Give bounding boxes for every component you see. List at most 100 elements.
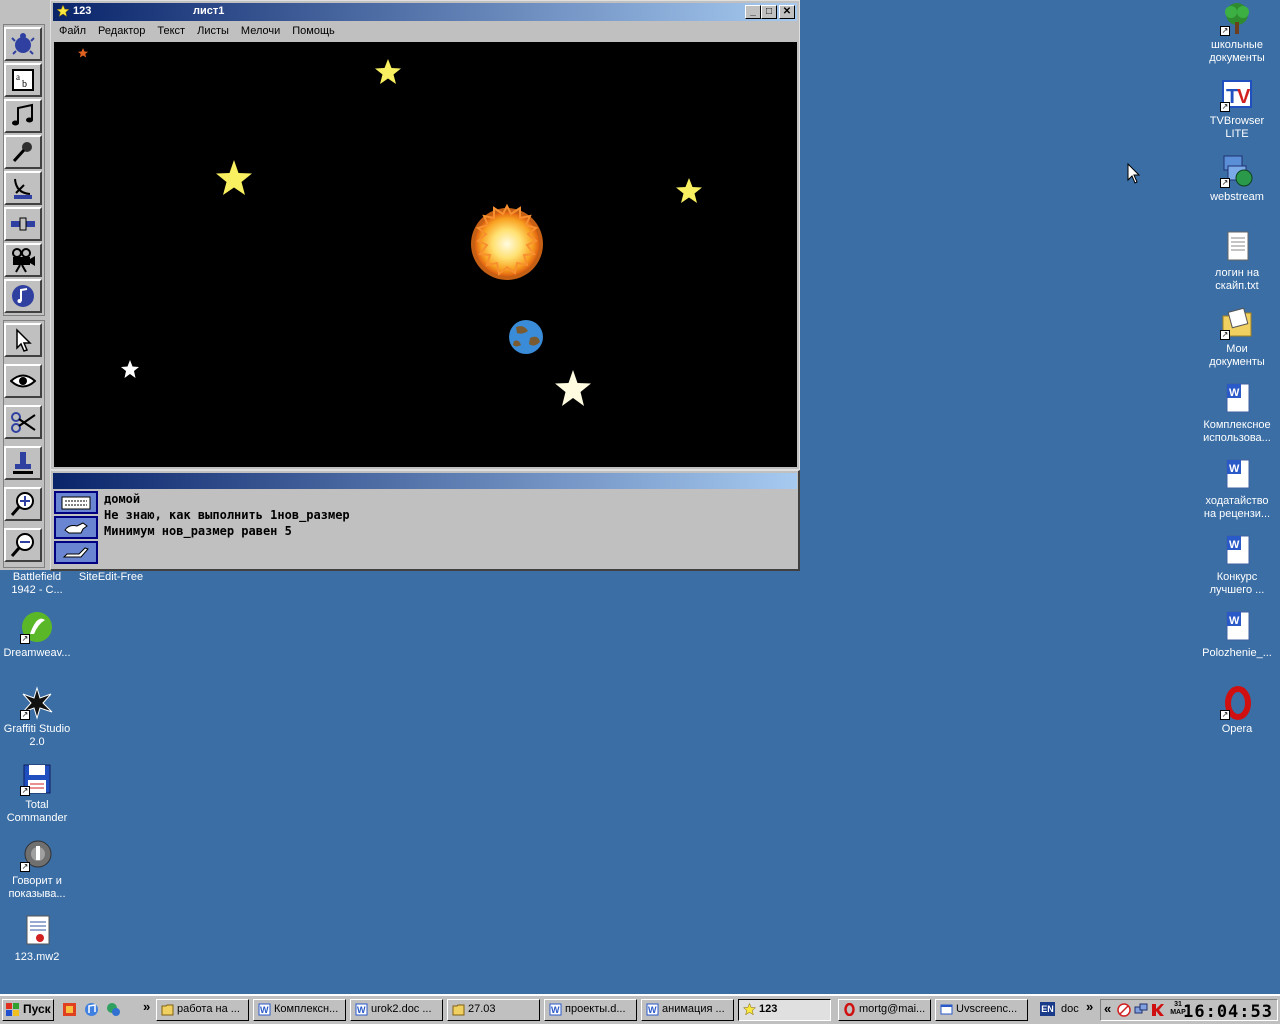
turtle-marker-icon xyxy=(78,48,88,58)
video-tool-button[interactable] xyxy=(4,243,42,277)
hand-command-button[interactable] xyxy=(54,541,98,564)
taskbar-button[interactable]: W анимация ... xyxy=(641,999,734,1021)
tray-network-icon[interactable] xyxy=(1134,1003,1148,1017)
tray-security-icon[interactable] xyxy=(1117,1003,1131,1017)
desktop-icon-govorit[interactable]: ↗ Говорит и показыва... xyxy=(0,838,74,901)
word-icon: W xyxy=(355,1003,368,1016)
clock[interactable]: 16:04:53 xyxy=(1183,1002,1273,1022)
desktop-icon-battlefield[interactable]: Battlefield 1942 - C... xyxy=(0,571,74,597)
arrow-pointer-icon xyxy=(16,328,32,352)
eye-tool-button[interactable] xyxy=(4,364,42,398)
desktop-icon-webstream[interactable]: ↗ webstream xyxy=(1200,154,1274,204)
window-title-bar[interactable]: 123 лист1 _ □ ✕ xyxy=(53,3,797,21)
turtle-tool-button[interactable] xyxy=(4,27,42,61)
quicklaunch-more-icon[interactable]: » xyxy=(143,999,150,1014)
scissors-icon xyxy=(11,412,36,433)
quicklaunch-app-icon[interactable] xyxy=(62,1002,77,1017)
desktop-icon-opera[interactable]: ↗ Opera xyxy=(1200,686,1274,736)
word-doc-icon: W xyxy=(1220,458,1254,492)
desktop-icon-tvbrowser[interactable]: TV ↗ TVBrowser LITE xyxy=(1200,78,1274,141)
tray-expand-icon[interactable]: « xyxy=(1104,1001,1111,1016)
taskbar-button[interactable]: работа на ... xyxy=(156,999,249,1021)
svg-text:W: W xyxy=(1229,539,1240,551)
close-button[interactable]: ✕ xyxy=(779,5,795,19)
taskbar-button[interactable]: W проекты.d... xyxy=(544,999,637,1021)
stamp-tool-button[interactable] xyxy=(4,446,42,480)
taskbar-button[interactable]: W Комплексн... xyxy=(253,999,346,1021)
folder-icon: ↗ xyxy=(1220,306,1254,340)
select-tool-button[interactable] xyxy=(4,323,42,357)
word-icon: W xyxy=(549,1003,562,1016)
window-doc-title: лист1 xyxy=(193,5,225,17)
quicklaunch-network-icon[interactable] xyxy=(106,1002,121,1017)
zoom-in-tool-button[interactable] xyxy=(4,487,42,521)
command-window-title-bar[interactable] xyxy=(53,473,797,489)
star-sprite[interactable] xyxy=(121,360,139,378)
taskbar-button-active[interactable]: 123 xyxy=(738,999,831,1021)
start-button[interactable]: Пуск xyxy=(2,999,54,1021)
opera-icon xyxy=(844,1003,855,1016)
tray-antivirus-icon[interactable] xyxy=(1151,1003,1165,1017)
eye-icon xyxy=(10,374,36,388)
desktop-icon-complex-doc[interactable]: W Комплексное использова... xyxy=(1200,382,1274,445)
taskbar-button[interactable]: mortg@mai... xyxy=(838,999,931,1021)
dreamweaver-icon: ↗ xyxy=(20,610,54,644)
desktop-icon-skype-login[interactable]: логин на скайп.txt xyxy=(1200,230,1274,293)
slider-tool-button[interactable] xyxy=(4,207,42,241)
taskbar: Пуск » работа на ... W Комплексн... W ur… xyxy=(0,994,1280,1024)
melody-tool-button[interactable] xyxy=(4,279,42,313)
command-output-text[interactable]: домой Не знаю, как выполнить 1нов_размер… xyxy=(104,491,794,567)
window-app-title: 123 xyxy=(73,5,92,17)
microphone-tool-button[interactable] xyxy=(4,135,42,169)
taskbar-button[interactable]: W urok2.doc ... xyxy=(350,999,443,1021)
menu-editor[interactable]: Редактор xyxy=(92,22,151,37)
minimize-button[interactable]: _ xyxy=(745,5,761,19)
hand-icon xyxy=(62,546,89,557)
maximize-button[interactable]: □ xyxy=(761,5,777,19)
star-sprite[interactable] xyxy=(555,370,591,406)
tools-group-objects: ab xyxy=(3,24,45,316)
menu-misc[interactable]: Мелочи xyxy=(235,22,286,37)
drawing-canvas[interactable] xyxy=(54,42,797,467)
keyboard-button[interactable] xyxy=(54,491,98,514)
star-sprite[interactable] xyxy=(676,178,702,203)
desktop-icon-my-documents[interactable]: ↗ Мои документы xyxy=(1200,306,1274,369)
sun-sprite[interactable] xyxy=(471,203,543,280)
desktop-icon-polozhenie-doc[interactable]: W Polozhenie_... xyxy=(1200,610,1274,660)
desktop-icon-petition-doc[interactable]: W ходатайство на рецензи... xyxy=(1200,458,1274,521)
toolbar-more-icon[interactable]: » xyxy=(1086,999,1093,1014)
quicklaunch-media-icon[interactable] xyxy=(84,1002,99,1017)
menu-sheets[interactable]: Листы xyxy=(191,22,235,37)
svg-text:V: V xyxy=(1237,86,1251,108)
start-label: Пуск xyxy=(23,1002,51,1016)
desktop-icon-contest-doc[interactable]: W Конкурс лучшего ... xyxy=(1200,534,1274,597)
text-tool-button[interactable]: ab xyxy=(4,63,42,97)
word-doc-icon: W xyxy=(1220,534,1254,568)
star-sprite[interactable] xyxy=(375,59,401,84)
desktop-icon-123-mw2[interactable]: 123.mw2 xyxy=(0,914,74,964)
doc-toolbar-label[interactable]: doc xyxy=(1061,1003,1079,1015)
desktop-icon-dreamweaver[interactable]: ↗ Dreamweav... xyxy=(0,610,74,660)
satellite-dish-icon xyxy=(14,178,32,199)
taskbar-button[interactable]: Uvscreenc... xyxy=(935,999,1028,1021)
zoom-out-tool-button[interactable] xyxy=(4,528,42,562)
turtle-command-button[interactable] xyxy=(54,516,98,539)
taskbar-button[interactable]: 27.03 xyxy=(447,999,540,1021)
word-icon: W xyxy=(646,1003,659,1016)
music-tool-button[interactable] xyxy=(4,99,42,133)
menu-help[interactable]: Помощь xyxy=(286,22,341,37)
desktop-icon-school-docs[interactable]: ↗ школьные документы xyxy=(1200,2,1274,65)
scissors-tool-button[interactable] xyxy=(4,405,42,439)
earth-sprite[interactable] xyxy=(509,320,543,354)
movie-camera-icon xyxy=(12,248,35,273)
desktop-icon-total-commander[interactable]: ↗ Total Commander xyxy=(0,762,74,825)
desktop-icon-siteedit[interactable]: SiteEdit-Free xyxy=(74,571,148,584)
language-indicator[interactable]: EN xyxy=(1040,1002,1055,1016)
satellite-tool-button[interactable] xyxy=(4,171,42,205)
menu-text[interactable]: Текст xyxy=(151,22,191,37)
menu-file[interactable]: Файл xyxy=(53,22,92,37)
svg-text:W: W xyxy=(1229,615,1240,627)
media-icon: ↗ xyxy=(20,838,54,872)
star-sprite[interactable] xyxy=(216,160,252,195)
desktop-icon-graffiti[interactable]: ↗ Graffiti Studio 2.0 xyxy=(0,686,74,749)
